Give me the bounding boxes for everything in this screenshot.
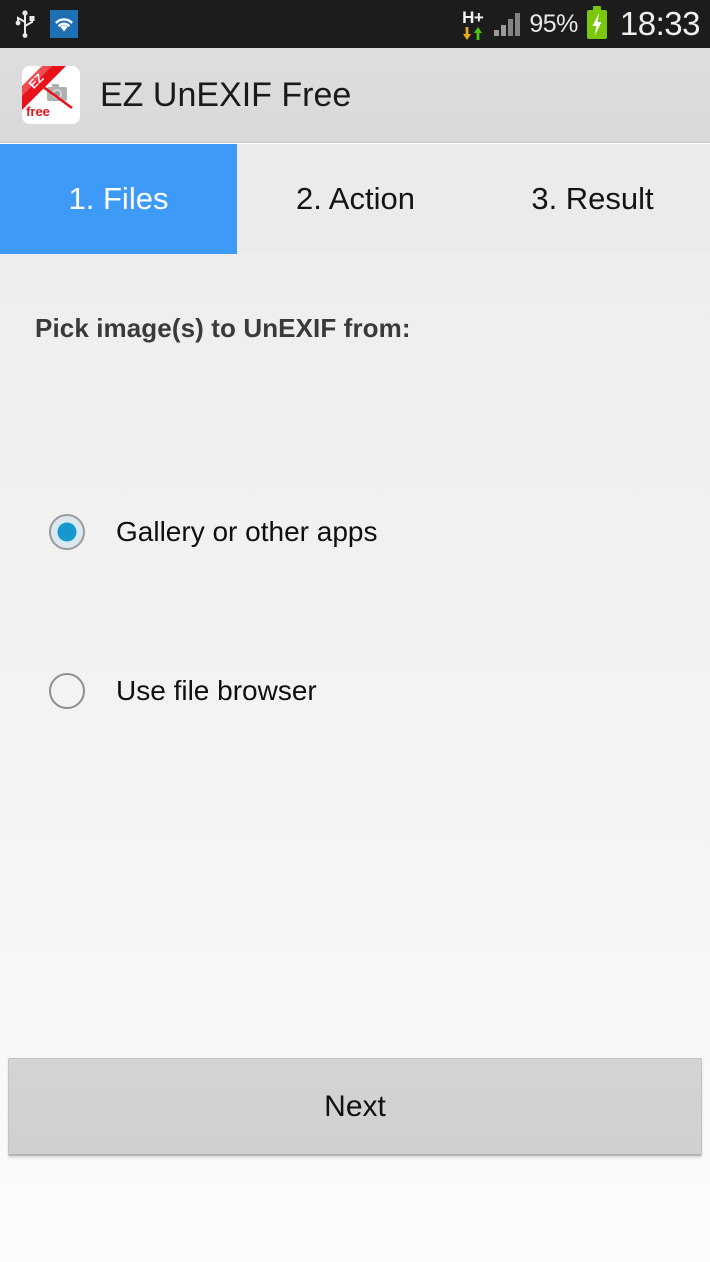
signal-bars-icon: [494, 12, 521, 36]
prompt-label: Pick image(s) to UnEXIF from:: [35, 313, 411, 343]
radio-button-selected-icon[interactable]: [49, 514, 85, 550]
wifi-icon: [50, 10, 78, 38]
svg-text:free: free: [26, 104, 50, 119]
radio-button-unselected-icon[interactable]: [49, 673, 85, 709]
battery-charging-icon: [586, 5, 607, 39]
data-transfer-arrows-icon: [462, 26, 483, 40]
radio-option-file-browser[interactable]: Use file browser: [49, 673, 317, 709]
radio-option-gallery-label: Gallery or other apps: [116, 516, 378, 547]
tab-files[interactable]: 1. Files: [0, 144, 237, 254]
status-bar: H+ 95% 18:33: [0, 0, 710, 48]
network-type-label: H+: [462, 7, 484, 27]
tab-action[interactable]: 2. Action: [237, 144, 474, 254]
battery-percent-label: 95%: [529, 9, 578, 38]
status-bar-left-icons: [14, 10, 78, 38]
status-bar-right-icons: H+ 95% 18:33: [462, 5, 700, 43]
usb-icon: [14, 10, 36, 38]
next-button[interactable]: Next: [8, 1058, 702, 1156]
action-bar: EZ free EZ UnEXIF Free: [0, 48, 710, 143]
network-type-icon: H+: [462, 7, 484, 40]
app-logo-icon: EZ free: [22, 66, 80, 124]
clock-label: 18:33: [619, 5, 701, 42]
tab-bar: 1. Files 2. Action 3. Result: [0, 144, 710, 254]
radio-option-file-browser-label: Use file browser: [116, 675, 317, 706]
radio-option-gallery[interactable]: Gallery or other apps: [49, 514, 377, 550]
page-title: EZ UnEXIF Free: [100, 75, 352, 114]
tab-result[interactable]: 3. Result: [474, 144, 710, 254]
